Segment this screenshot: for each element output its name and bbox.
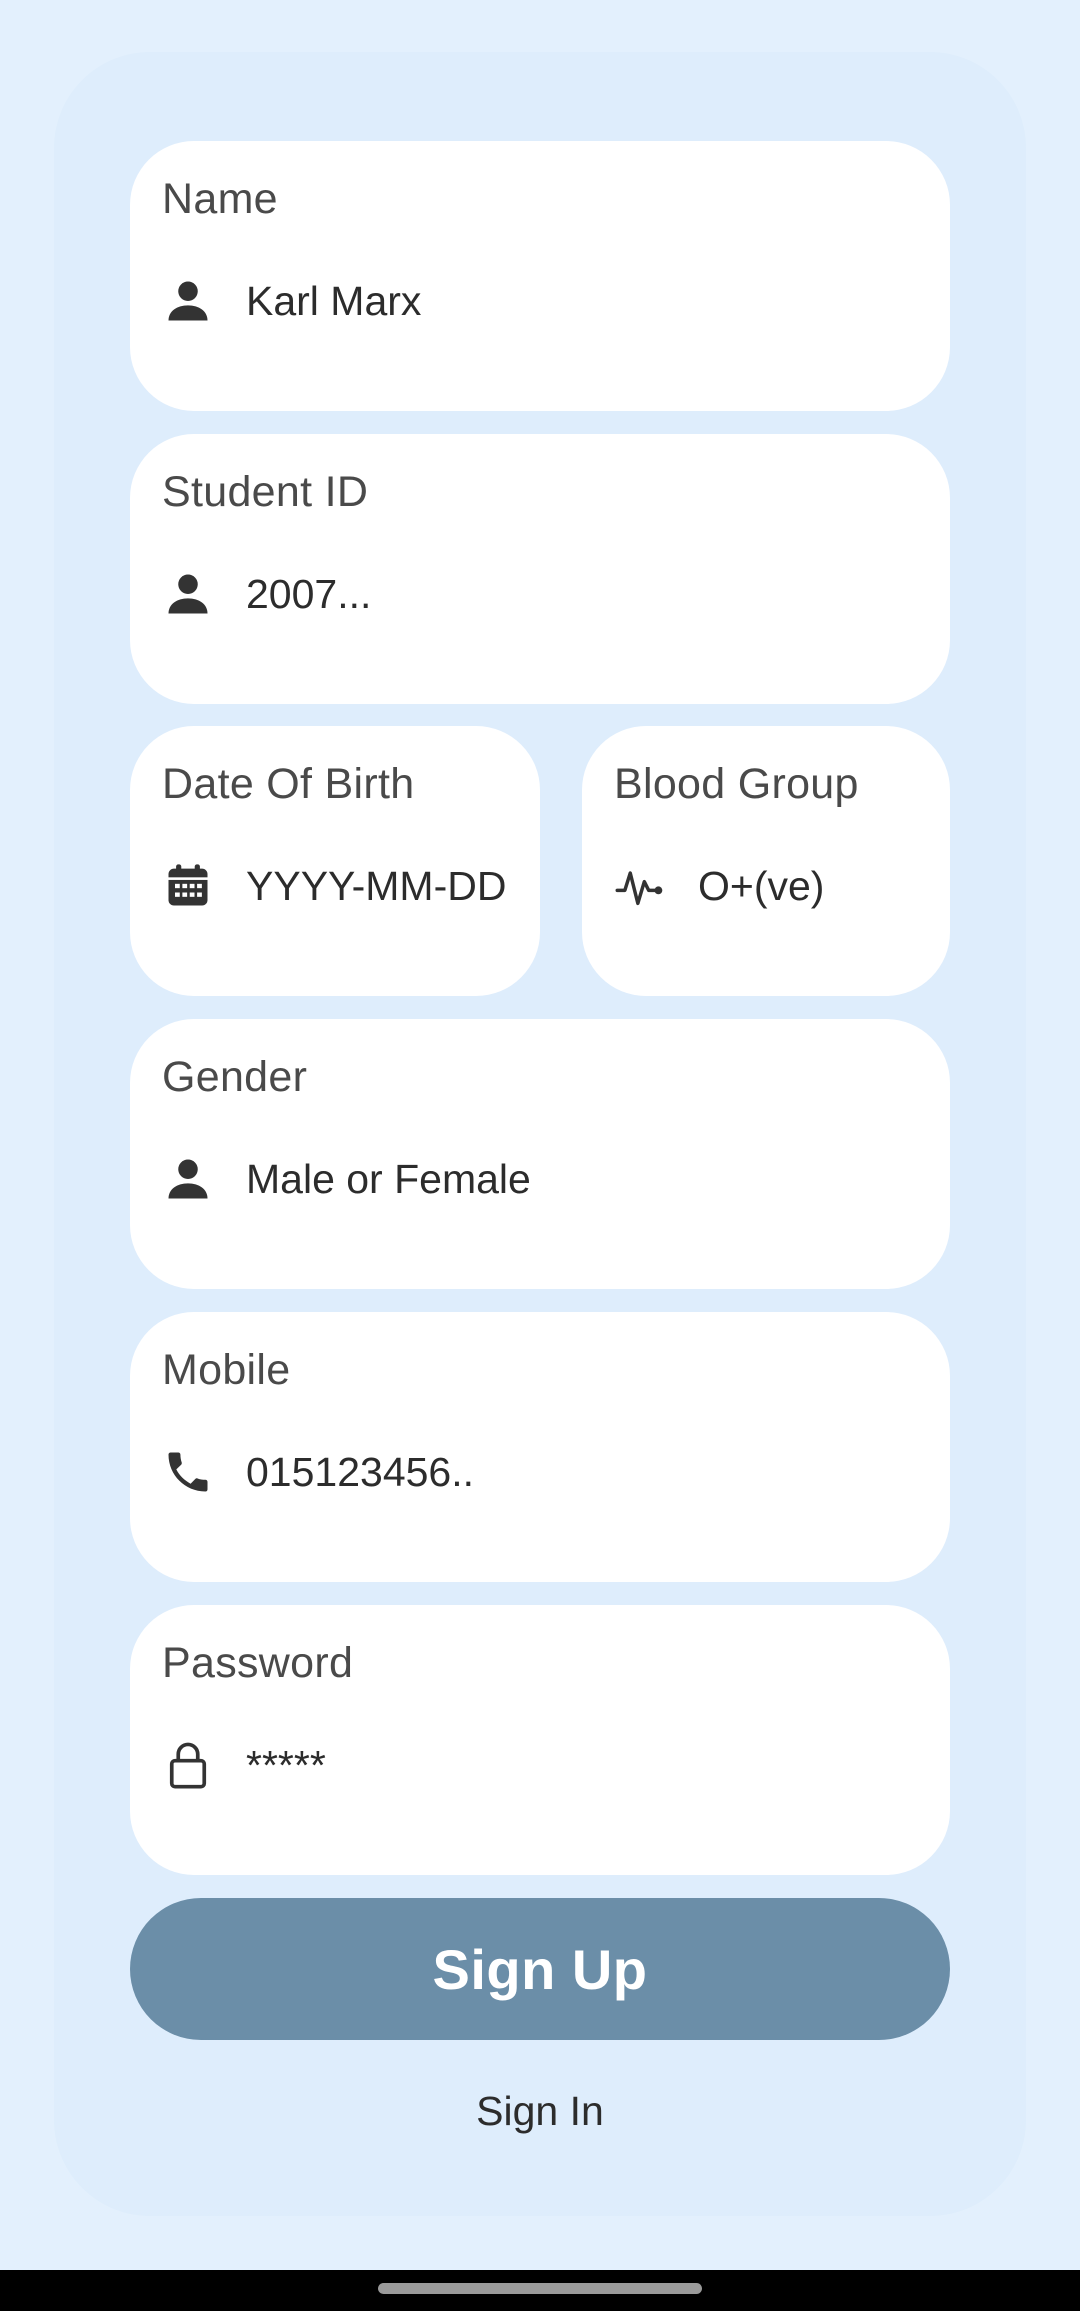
person-icon bbox=[162, 275, 214, 327]
sign-in-link[interactable]: Sign In bbox=[0, 2088, 1080, 2135]
pulse-icon bbox=[614, 860, 666, 912]
name-field[interactable]: Name Karl Marx bbox=[130, 141, 950, 411]
signup-screen: Name Karl Marx Student ID 2007... Date O… bbox=[0, 0, 1080, 2311]
dob-input[interactable]: YYYY-MM-DD bbox=[246, 863, 506, 910]
student-id-field[interactable]: Student ID 2007... bbox=[130, 434, 950, 704]
sign-up-button[interactable]: Sign Up bbox=[130, 1898, 950, 2040]
lock-icon bbox=[162, 1739, 214, 1791]
home-gesture-handle[interactable] bbox=[378, 2283, 702, 2294]
name-label: Name bbox=[162, 175, 278, 223]
person-icon bbox=[162, 1153, 214, 1205]
dob-label: Date Of Birth bbox=[162, 760, 415, 808]
person-icon bbox=[162, 568, 214, 620]
mobile-input[interactable]: 015123456.. bbox=[246, 1449, 474, 1496]
blood-group-field[interactable]: Blood Group O+(ve) bbox=[582, 726, 950, 996]
phone-icon bbox=[162, 1446, 214, 1498]
gender-label: Gender bbox=[162, 1053, 308, 1101]
gender-field[interactable]: Gender Male or Female bbox=[130, 1019, 950, 1289]
blood-group-label: Blood Group bbox=[614, 760, 859, 808]
mobile-field[interactable]: Mobile 015123456.. bbox=[130, 1312, 950, 1582]
dob-field[interactable]: Date Of Birth YYYY-MM-DD bbox=[130, 726, 540, 996]
blood-group-input[interactable]: O+(ve) bbox=[698, 863, 824, 910]
student-id-label: Student ID bbox=[162, 468, 369, 516]
gender-input[interactable]: Male or Female bbox=[246, 1156, 531, 1203]
password-input[interactable]: ***** bbox=[246, 1742, 326, 1789]
student-id-input[interactable]: 2007... bbox=[246, 571, 371, 618]
password-field[interactable]: Password ***** bbox=[130, 1605, 950, 1875]
password-label: Password bbox=[162, 1639, 354, 1687]
mobile-label: Mobile bbox=[162, 1346, 291, 1394]
calendar-icon bbox=[162, 860, 214, 912]
name-input[interactable]: Karl Marx bbox=[246, 278, 421, 325]
